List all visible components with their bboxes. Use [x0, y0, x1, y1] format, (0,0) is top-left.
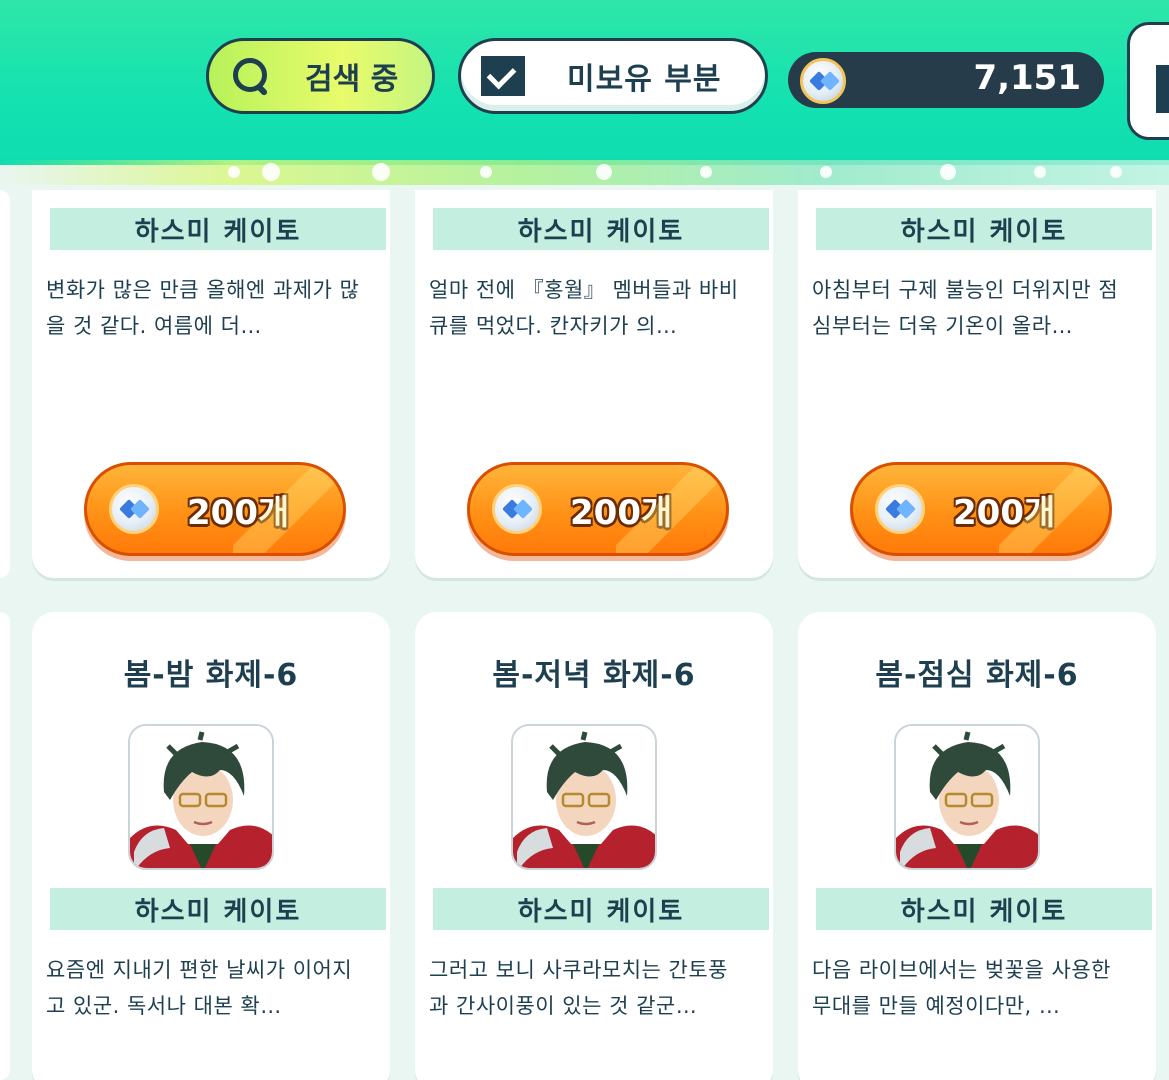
gem-currency-icon — [492, 484, 542, 534]
deco-dot — [262, 163, 280, 181]
description-line: 큐를 먹었다. 칸자키가 의… — [429, 314, 678, 338]
search-icon — [231, 56, 271, 96]
item-card[interactable]: 봄-점심 화제-6 하스미 케이토 다음 라이브에서는 벚꽃을 사용한 무대를 … — [798, 612, 1156, 1080]
purchase-button[interactable]: 200개 — [850, 462, 1112, 556]
item-description: 요즘엔 지내기 편한 날씨가 이어지 고 있군. 독서나 대본 확… — [46, 952, 386, 1024]
unowned-filter-toggle[interactable]: 미보유 부분 — [458, 38, 768, 114]
deco-dot — [228, 166, 240, 178]
gem-shape — [130, 499, 150, 519]
description-line: 그러고 보니 사쿠라모치는 간토풍 — [429, 958, 729, 982]
currency-amount: 7,151 — [973, 58, 1081, 98]
topic-title: 봄-점심 화제-6 — [875, 658, 1079, 693]
gem-shape — [820, 71, 840, 91]
character-portrait — [894, 724, 1040, 870]
item-description: 얼마 전에 『홍월』 멤버들과 바비 큐를 먹었다. 칸자키가 의… — [429, 272, 769, 344]
description-line: 변화가 많은 만큼 올해엔 과제가 많 — [46, 278, 360, 302]
price-label: 200개 — [187, 492, 290, 533]
character-portrait-image — [896, 726, 1038, 868]
filter-label: 미보유 부분 — [567, 62, 722, 97]
deco-dot — [596, 164, 612, 180]
character-name: 하스미 케이토 — [816, 208, 1152, 250]
purchase-button[interactable]: 200개 — [84, 462, 346, 556]
item-description: 아침부터 구제 불능인 더위지만 점 심부터는 더욱 기온이 올라… — [812, 272, 1152, 344]
description-line: 을 것 같다. 여름에 더… — [46, 314, 262, 338]
partial-card — [0, 190, 10, 578]
item-description: 그러고 보니 사쿠라모치는 간토풍 과 간사이풍이 있는 것 같군… — [429, 952, 769, 1024]
deco-dot — [1110, 166, 1122, 178]
gem-currency-icon — [800, 58, 846, 104]
item-card[interactable]: 하스미 케이토 변화가 많은 만큼 올해엔 과제가 많 을 것 같다. 여름에 … — [32, 190, 390, 578]
deco-dot — [480, 166, 492, 178]
item-card[interactable]: 하스미 케이토 얼마 전에 『홍월』 멤버들과 바비 큐를 먹었다. 칸자키가 … — [415, 190, 773, 578]
description-line: 다음 라이브에서는 벚꽃을 사용한 — [812, 958, 1112, 982]
description-line: 심부터는 더욱 기온이 올라… — [812, 314, 1074, 338]
item-card[interactable]: 하스미 케이토 아침부터 구제 불능인 더위지만 점 심부터는 더욱 기온이 올… — [798, 190, 1156, 578]
gem-currency-icon — [875, 484, 925, 534]
gem-currency-icon — [109, 484, 159, 534]
price-label: 200개 — [570, 492, 673, 533]
partial-card — [0, 612, 10, 1080]
gem-shape — [513, 499, 533, 519]
character-name: 하스미 케이토 — [50, 208, 386, 250]
topic-title: 봄-밤 화제-6 — [123, 658, 299, 693]
deco-dot — [1034, 166, 1046, 178]
deco-dot — [700, 166, 712, 178]
topic-title: 봄-저녁 화제-6 — [492, 658, 696, 693]
character-portrait — [511, 724, 657, 870]
search-button-label: 검색 중 — [305, 62, 399, 97]
item-description: 변화가 많은 만큼 올해엔 과제가 많 을 것 같다. 여름에 더… — [46, 272, 386, 344]
character-portrait — [128, 724, 274, 870]
menu-button[interactable] — [1127, 22, 1169, 140]
description-line: 아침부터 구제 불능인 더위지만 점 — [812, 278, 1119, 302]
character-name: 하스미 케이토 — [433, 208, 769, 250]
gem-shape — [896, 499, 916, 519]
description-line: 요즘엔 지내기 편한 날씨가 이어지 — [46, 958, 353, 982]
price-label: 200개 — [953, 492, 1056, 533]
description-line: 얼마 전에 『홍월』 멤버들과 바비 — [429, 278, 739, 302]
item-card[interactable]: 봄-밤 화제-6 하스미 케이토 요즘엔 지내기 편한 날씨가 이어지 고 있군… — [32, 612, 390, 1080]
deco-dot — [372, 163, 390, 181]
item-description: 다음 라이브에서는 벚꽃을 사용한 무대를 만들 예정이다만, … — [812, 952, 1152, 1024]
character-name: 하스미 케이토 — [50, 888, 386, 930]
decorative-strip — [0, 160, 1169, 188]
deco-dot — [820, 166, 832, 178]
description-line: 무대를 만들 예정이다만, … — [812, 994, 1061, 1018]
character-name: 하스미 케이토 — [816, 888, 1152, 930]
deco-dot — [940, 164, 956, 180]
checkbox-checked-icon[interactable] — [481, 56, 525, 96]
character-name: 하스미 케이토 — [433, 888, 769, 930]
purchase-button[interactable]: 200개 — [467, 462, 729, 556]
character-portrait-image — [513, 726, 655, 868]
description-line: 고 있군. 독서나 대본 확… — [46, 994, 282, 1018]
item-card[interactable]: 봄-저녁 화제-6 하스미 케이토 그러고 보니 사쿠라모치는 간토풍 과 간사… — [415, 612, 773, 1080]
description-line: 과 간사이풍이 있는 것 같군… — [429, 994, 698, 1018]
search-button[interactable]: 검색 중 — [206, 38, 435, 114]
character-portrait-image — [130, 726, 272, 868]
